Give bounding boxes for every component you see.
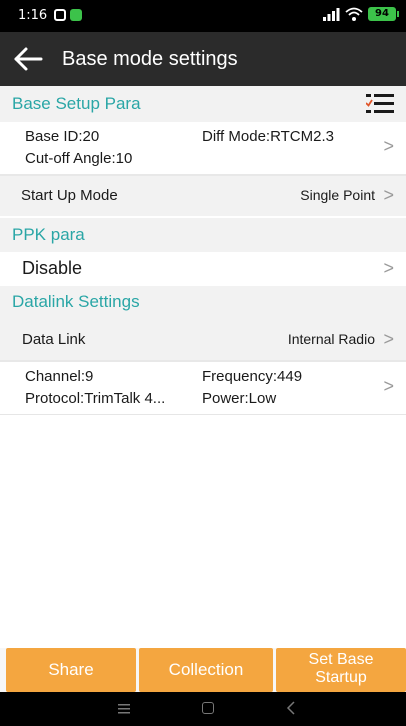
set-base-startup-button[interactable]: Set Base Startup [276,648,406,692]
base-info-row[interactable]: Base ID:20 Diff Mode:RTCM2.3 Cut-off Ang… [0,122,406,174]
radio-details-row[interactable]: Channel:9 Frequency:449 Protocol:TrimTal… [0,362,406,414]
list-settings-icon[interactable] [366,92,394,116]
data-link-label: Data Link [22,331,86,348]
battery-icon: 94 [368,7,399,21]
bottom-button-bar: Share Collection Set Base Startup [0,648,406,692]
set-base-startup-label-line1: Set Base [308,651,374,668]
data-link-value: Internal Radio [287,331,375,347]
chevron-right-icon: > [383,185,394,205]
base-id-text: Base ID:20 [25,128,100,145]
ppk-value: Disable [22,258,83,278]
section-title-datalink: Datalink Settings [12,292,140,311]
set-base-startup-label-line2: Startup [315,669,367,686]
protocol-text: Protocol:TrimTalk 4... [25,390,166,407]
chevron-right-icon: > [383,258,394,278]
toolbar: Base mode settings [0,32,406,86]
start-up-mode-row[interactable]: Start Up Mode Single Point > [0,176,406,216]
app-notification-icon [70,9,82,21]
data-link-row[interactable]: Data Link Internal Radio > [0,320,406,360]
nav-back-icon[interactable] [286,701,296,715]
cutoff-angle-text: Cut-off Angle:10 [25,150,133,167]
wifi-icon [345,7,363,21]
page-title: Base mode settings [62,48,238,70]
nav-home-icon[interactable] [202,702,214,714]
status-indicators: 94 [322,6,399,22]
diff-mode-text: Diff Mode:RTCM2.3 [202,128,334,145]
section-header-ppk: PPK para [0,218,406,252]
section-header-datalink: Datalink Settings [0,286,406,320]
start-up-mode-label: Start Up Mode [21,187,118,204]
channel-text: Channel:9 [25,368,94,385]
collection-button[interactable]: Collection [139,648,273,692]
collection-button-label: Collection [168,660,244,679]
start-up-mode-value: Single Point [300,187,375,203]
screen-record-icon [54,9,66,21]
share-button-label: Share [48,660,94,679]
ppk-row[interactable]: Disable > [0,252,406,286]
power-text: Power:Low [202,390,277,407]
system-nav-bar [0,692,406,726]
nav-menu-icon[interactable] [117,703,131,715]
chevron-right-icon: > [383,136,394,156]
share-button[interactable]: Share [6,648,136,692]
app-screen: 1:16 94 Base mode settings Base Setup Pa… [0,0,406,726]
section-title-base-setup: Base Setup Para [12,94,141,113]
section-title-ppk: PPK para [12,225,85,244]
chevron-right-icon: > [383,329,394,349]
status-bar: 1:16 94 [0,0,406,32]
divider [0,414,406,415]
section-header-base-setup: Base Setup Para [0,86,406,122]
status-time: 1:16 [18,8,48,23]
signal-icon [323,8,340,21]
chevron-right-icon: > [383,376,394,396]
back-arrow-icon[interactable] [12,44,44,74]
frequency-text: Frequency:449 [202,368,303,385]
